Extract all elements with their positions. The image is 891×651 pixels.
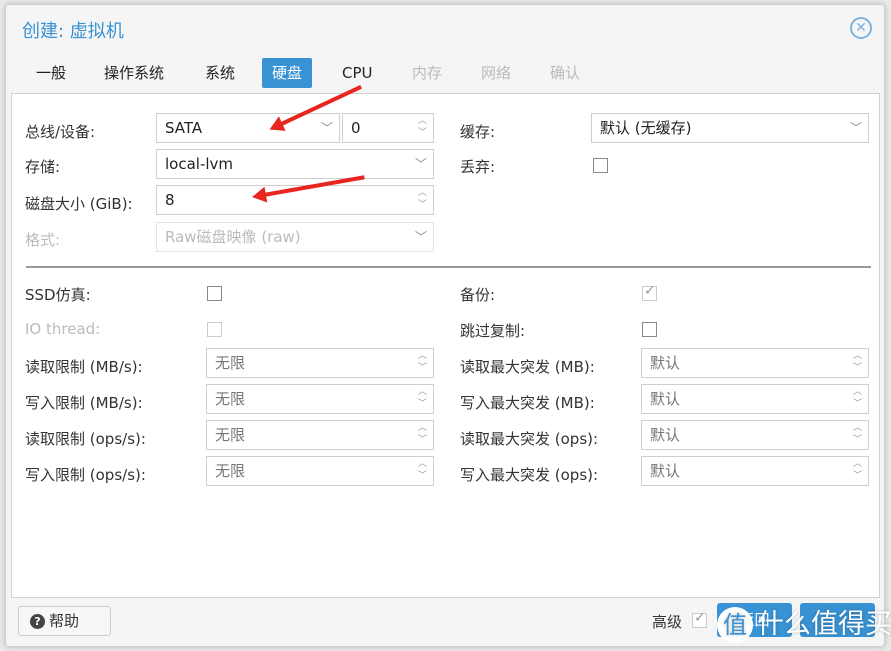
spinner-arrows-icon[interactable]: ︿ ﹀ <box>853 458 862 482</box>
advanced-checkbox[interactable]: ✓ <box>692 610 707 628</box>
close-icon[interactable]: ✕ <box>850 17 872 39</box>
tab-os[interactable]: 操作系统 <box>96 58 172 88</box>
discard-checkbox[interactable] <box>593 158 608 173</box>
format-value: Raw磁盘映像 (raw) <box>165 228 301 246</box>
bus-value: SATA <box>165 119 203 137</box>
format-label: 格式: <box>25 231 61 249</box>
help-icon: ? <box>30 614 45 629</box>
chevron-down-icon: ﹀ <box>414 230 427 244</box>
bus-select[interactable]: SATA ﹀ <box>156 113 340 143</box>
burst-placeholder: 默认 <box>650 354 681 372</box>
disk-size-label: 磁盘大小 (GiB): <box>25 195 133 213</box>
spinner-arrows-icon[interactable]: ︿ ﹀ <box>418 115 427 139</box>
tab-disk[interactable]: 硬盘 <box>262 58 313 88</box>
help-label: 帮助 <box>49 612 80 630</box>
limit-placeholder: 无限 <box>215 426 246 444</box>
device-number-spinner[interactable]: 0 ︿ ﹀ <box>342 113 434 143</box>
disk-panel: 总线/设备: SATA ﹀ 0 ︿ ﹀ 存储: local-lvm ﹀ 磁盘大小 (Gi… <box>11 93 880 598</box>
limit-label: 读取限制 (MB/s): <box>25 358 143 376</box>
tab-network: 网络 <box>481 64 512 82</box>
bus-label: 总线/设备: <box>25 123 96 141</box>
spinner-arrows-icon[interactable]: ︿ ﹀ <box>853 350 862 374</box>
limit-input[interactable]: 无限 ︿ ﹀ <box>206 348 434 378</box>
help-button[interactable]: ? 帮助 <box>18 606 111 636</box>
storage-select[interactable]: local-lvm ﹀ <box>156 149 434 179</box>
spinner-arrows-icon[interactable]: ︿ ﹀ <box>418 187 427 211</box>
burst-label: 读取最大突发 (MB): <box>460 358 595 376</box>
cache-select[interactable]: 默认 (无缓存) ﹀ <box>591 113 869 143</box>
dialog-title: 创建: 虚拟机 <box>22 21 124 42</box>
spinner-arrows-icon[interactable]: ︿ ﹀ <box>853 422 862 446</box>
chevron-down-icon: ﹀ <box>849 121 862 135</box>
burst-input[interactable]: 默认 ︿ ﹀ <box>641 348 869 378</box>
limit-input[interactable]: 无限 ︿ ﹀ <box>206 420 434 450</box>
ssd-label: SSD仿真: <box>25 286 91 304</box>
chevron-down-icon: ﹀ <box>414 157 427 171</box>
skip-replication-checkbox[interactable] <box>642 322 657 337</box>
burst-label: 写入最大突发 (ops): <box>460 466 599 484</box>
burst-placeholder: 默认 <box>650 390 681 408</box>
tab-memory: 内存 <box>412 64 443 82</box>
iothread-label: IO thread: <box>25 320 101 338</box>
tab-system[interactable]: 系统 <box>197 58 243 88</box>
disk-size-value: 8 <box>165 191 175 209</box>
limit-placeholder: 无限 <box>215 354 246 372</box>
cache-value: 默认 (无缓存) <box>600 119 692 137</box>
tab-confirm: 确认 <box>550 64 581 82</box>
spinner-arrows-icon[interactable]: ︿ ﹀ <box>418 386 427 410</box>
burst-placeholder: 默认 <box>650 462 681 480</box>
burst-input[interactable]: 默认 ︿ ﹀ <box>641 420 869 450</box>
burst-placeholder: 默认 <box>650 426 681 444</box>
device-value: 0 <box>351 119 361 137</box>
burst-label: 写入最大突发 (MB): <box>460 394 595 412</box>
limit-input[interactable]: 无限 ︿ ﹀ <box>206 456 434 486</box>
ssd-checkbox[interactable] <box>207 286 222 301</box>
check-icon: ✓ <box>694 610 706 626</box>
limit-label: 写入限制 (ops/s): <box>25 466 146 484</box>
spinner-arrows-icon[interactable]: ︿ ﹀ <box>418 422 427 446</box>
limit-input[interactable]: 无限 ︿ ﹀ <box>206 384 434 414</box>
format-select: Raw磁盘映像 (raw) ﹀ <box>156 222 434 252</box>
limit-label: 读取限制 (ops/s): <box>25 430 146 448</box>
discard-label: 丢弃: <box>460 158 496 176</box>
backup-checkbox: ✓ <box>642 283 657 301</box>
cache-label: 缓存: <box>460 123 496 141</box>
watermark-logo: 值什么值得买 <box>717 602 891 643</box>
check-icon: ✓ <box>644 283 656 299</box>
limit-label: 写入限制 (MB/s): <box>25 394 143 412</box>
burst-input[interactable]: 默认 ︿ ﹀ <box>641 384 869 414</box>
tab-cpu[interactable]: CPU <box>334 58 381 88</box>
storage-label: 存储: <box>25 158 61 176</box>
backup-label: 备份: <box>460 286 496 304</box>
limit-placeholder: 无限 <box>215 462 246 480</box>
create-vm-dialog: 创建: 虚拟机 ✕ 一般 操作系统 系统 硬盘 CPU 内存 网络 确认 总线/… <box>5 4 885 647</box>
skip-replication-label: 跳过复制: <box>460 322 526 340</box>
divider <box>26 266 871 268</box>
advanced-label: 高级 <box>652 613 683 631</box>
spinner-arrows-icon[interactable]: ︿ ﹀ <box>418 350 427 374</box>
iothread-checkbox <box>207 322 222 337</box>
limit-placeholder: 无限 <box>215 390 246 408</box>
burst-label: 读取最大突发 (ops): <box>460 430 599 448</box>
chevron-down-icon: ﹀ <box>320 121 333 135</box>
burst-input[interactable]: 默认 ︿ ﹀ <box>641 456 869 486</box>
storage-value: local-lvm <box>165 155 234 173</box>
tab-general[interactable]: 一般 <box>28 58 74 88</box>
spinner-arrows-icon[interactable]: ︿ ﹀ <box>418 458 427 482</box>
spinner-arrows-icon[interactable]: ︿ ﹀ <box>853 386 862 410</box>
